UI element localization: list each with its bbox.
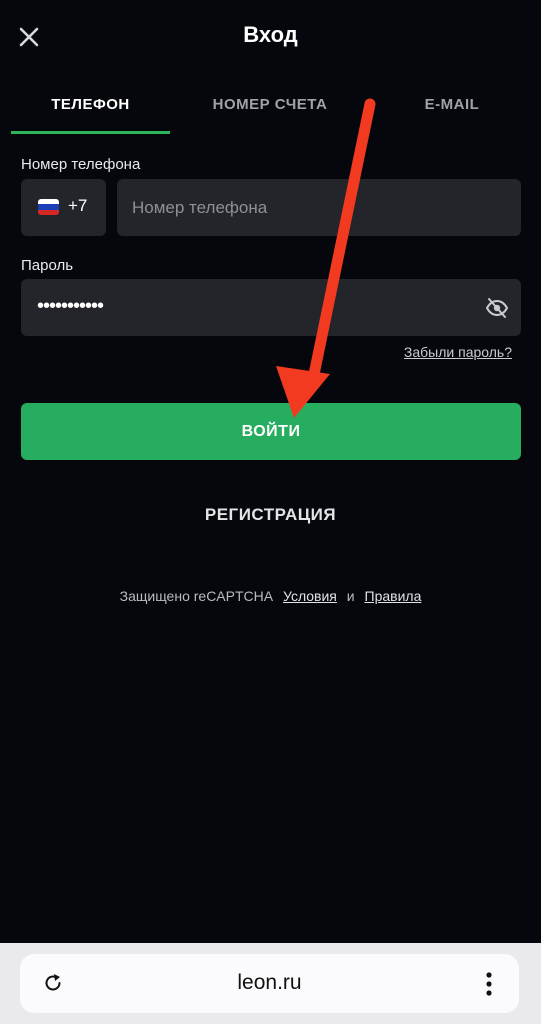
eye-off-icon[interactable] (485, 297, 509, 319)
forgot-password-link[interactable]: Забыли пароль? (404, 344, 512, 360)
header: Вход (0, 0, 541, 76)
and-text: и (346, 588, 355, 604)
recaptcha-notice: Защищено reCAPTCHA Условия и Правила (0, 588, 541, 604)
recaptcha-text: Защищено reCAPTCHA (119, 588, 274, 604)
browser-address-bar: leon.ru (0, 943, 541, 1024)
login-tabs: ТЕЛЕФОН НОМЕР СЧЕТА E-MAIL (0, 86, 541, 136)
password-field[interactable]: ••••••••••• (21, 279, 521, 336)
phone-label: Номер телефона (21, 156, 141, 173)
country-code-selector[interactable]: +7 (21, 179, 106, 236)
login-button[interactable]: ВОЙТИ (21, 403, 521, 460)
url-pill: leon.ru (20, 954, 519, 1013)
phone-input[interactable] (117, 179, 521, 236)
register-button[interactable]: РЕГИСТРАЦИЯ (0, 505, 541, 525)
country-code: +7 (68, 196, 88, 215)
active-tab-indicator (11, 131, 170, 134)
tab-email[interactable]: E-MAIL (372, 86, 532, 134)
password-label: Пароль (21, 257, 74, 274)
phone-field[interactable] (117, 179, 521, 236)
url-text[interactable]: leon.ru (20, 971, 519, 995)
tab-account-number[interactable]: НОМЕР СЧЕТА (190, 86, 350, 134)
terms-link[interactable]: Условия (283, 588, 337, 604)
password-value: ••••••••••• (37, 295, 104, 317)
rules-link[interactable]: Правила (365, 588, 422, 604)
russia-flag-icon (38, 199, 59, 215)
page-title: Вход (243, 22, 298, 47)
tab-phone[interactable]: ТЕЛЕФОН (11, 86, 170, 134)
more-vertical-icon[interactable] (485, 971, 493, 997)
